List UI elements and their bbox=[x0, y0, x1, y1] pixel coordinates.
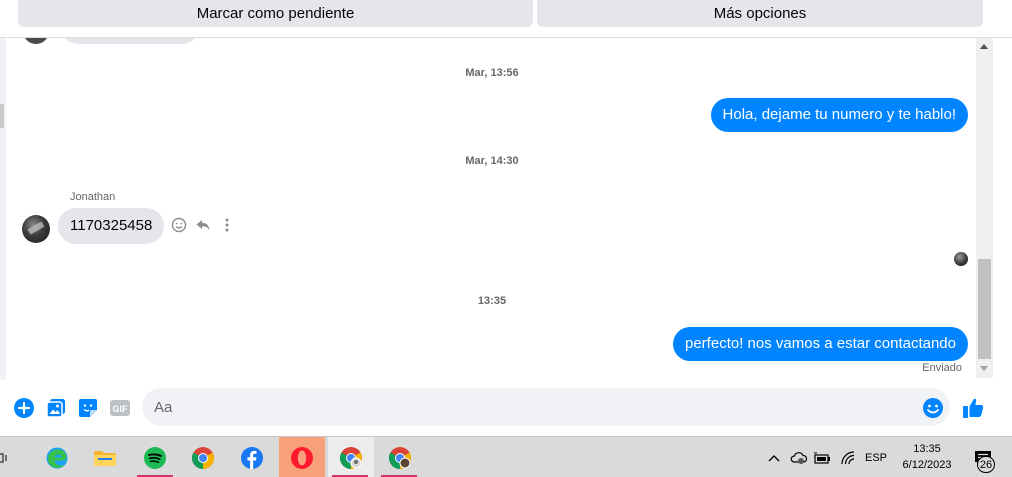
reply-icon[interactable] bbox=[195, 217, 211, 233]
sticker-icon[interactable] bbox=[77, 397, 99, 419]
outgoing-message[interactable]: perfecto! nos vamos a estar contactando bbox=[673, 327, 968, 361]
chrome-icon[interactable] bbox=[377, 437, 423, 477]
wifi-icon[interactable] bbox=[838, 437, 858, 477]
message-input[interactable] bbox=[142, 388, 950, 426]
composer: GIF bbox=[0, 380, 1012, 436]
more-options-button[interactable]: Más opciones bbox=[537, 0, 983, 27]
input-language-indicator[interactable]: ESP bbox=[863, 437, 889, 477]
time-separator: 13:35 bbox=[477, 295, 507, 307]
system-clock[interactable]: 13:35 6/12/2023 bbox=[897, 441, 957, 473]
clock-date: 6/12/2023 bbox=[902, 459, 952, 471]
emoji-icon[interactable] bbox=[922, 397, 944, 419]
notification-center-icon[interactable]: 26 bbox=[966, 437, 1000, 477]
facebook-icon[interactable] bbox=[230, 437, 274, 477]
message-actions bbox=[171, 214, 235, 236]
windows-taskbar: ESP 13:35 6/12/2023 26 bbox=[0, 436, 1012, 477]
plus-circle-icon[interactable] bbox=[13, 397, 35, 419]
show-hidden-icons-chevron-up-icon[interactable] bbox=[766, 437, 782, 477]
avatar-partial bbox=[23, 38, 49, 44]
mark-pending-button[interactable]: Marcar como pendiente bbox=[18, 0, 533, 27]
chrome-icon[interactable] bbox=[181, 437, 225, 477]
task-view-icon[interactable] bbox=[0, 437, 14, 477]
edge-icon[interactable] bbox=[35, 437, 79, 477]
time-separator: Mar, 13:56 bbox=[465, 67, 519, 79]
scrollbar[interactable] bbox=[976, 38, 993, 378]
onedrive-sync-icon[interactable] bbox=[789, 437, 809, 477]
scrollbar-thumb[interactable] bbox=[978, 259, 991, 359]
avatar[interactable] bbox=[22, 215, 50, 243]
seen-avatar bbox=[954, 252, 968, 266]
incoming-message[interactable]: 1170325458 bbox=[58, 208, 165, 244]
scroll-up-arrow-icon[interactable] bbox=[980, 44, 988, 49]
sender-name: Jonathan bbox=[70, 191, 116, 203]
photo-icon[interactable] bbox=[45, 397, 67, 419]
messenger-window: Marcar como pendiente Más opciones Mar, … bbox=[0, 0, 1012, 477]
battery-icon[interactable] bbox=[812, 437, 832, 477]
scroll-down-arrow-icon[interactable] bbox=[980, 366, 988, 371]
action-bar: Marcar como pendiente Más opciones bbox=[0, 0, 1012, 38]
spotify-icon[interactable] bbox=[133, 437, 177, 477]
chrome-icon[interactable] bbox=[328, 437, 374, 477]
time-separator: Mar, 14:30 bbox=[465, 155, 519, 167]
message-bubble-partial bbox=[60, 38, 200, 44]
delivery-status: Enviado bbox=[922, 362, 962, 374]
notification-count-badge: 26 bbox=[977, 456, 995, 473]
folder-icon[interactable] bbox=[83, 437, 127, 477]
gif-icon[interactable]: GIF bbox=[109, 397, 131, 419]
window-edge-handle bbox=[0, 104, 4, 128]
like-icon[interactable] bbox=[960, 395, 986, 421]
react-emoji-icon[interactable] bbox=[171, 217, 187, 233]
clock-time: 13:35 bbox=[913, 443, 941, 455]
outgoing-message[interactable]: Hola, dejame tu numero y te hablo! bbox=[710, 98, 968, 132]
more-icon[interactable] bbox=[219, 217, 235, 233]
opera-icon[interactable] bbox=[279, 437, 325, 477]
svg-text:GIF: GIF bbox=[113, 404, 129, 414]
message-list: Mar, 13:56 Hola, dejame tu numero y te h… bbox=[6, 38, 976, 380]
